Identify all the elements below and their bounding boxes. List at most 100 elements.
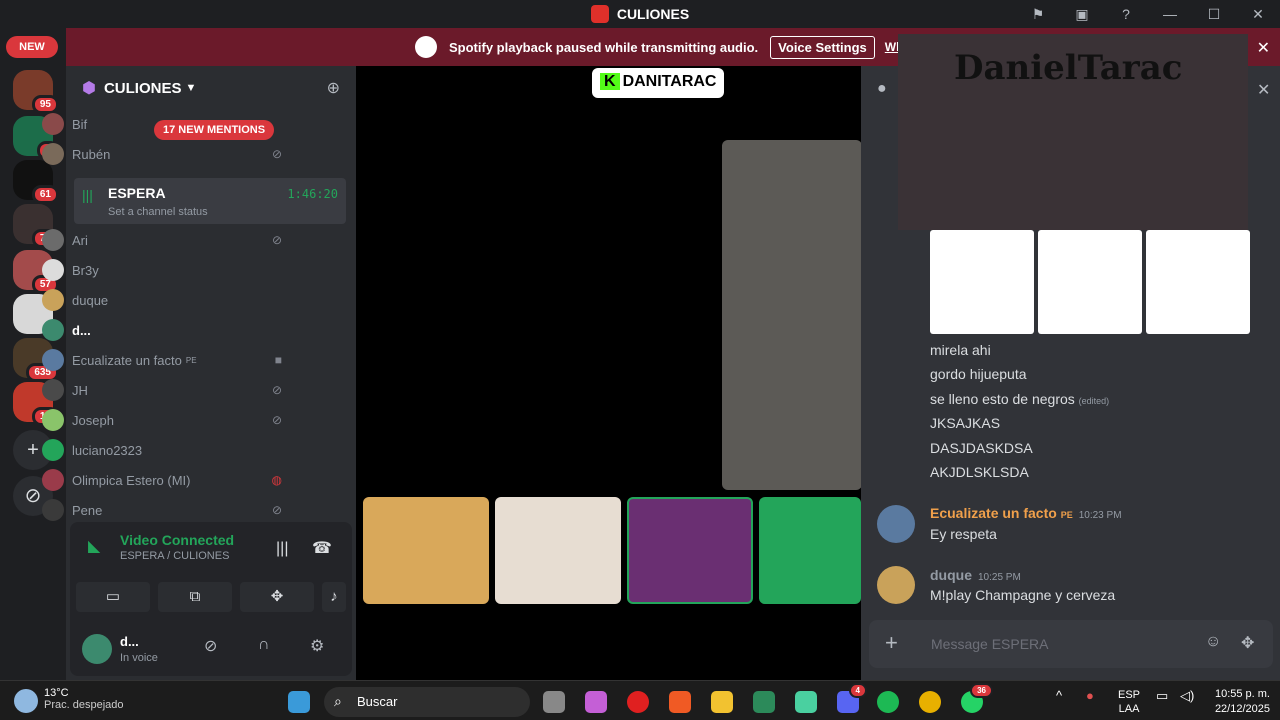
clock-time: 10:55 p. m. bbox=[1214, 688, 1270, 700]
message-text: M!play Champagne y cerveza bbox=[930, 587, 1116, 603]
invite-people-icon[interactable]: ⊕ bbox=[327, 78, 340, 98]
attachment-image[interactable] bbox=[930, 230, 1034, 334]
participant-tile[interactable] bbox=[759, 497, 861, 604]
chat-line: mirela ahi bbox=[930, 342, 991, 358]
voice-member[interactable]: Rubén ⊘ bbox=[42, 141, 282, 167]
headphones-icon[interactable]: ∩ bbox=[258, 636, 270, 654]
voice-channel-espera[interactable]: ||| ESPERA 1:46:20 Set a channel status bbox=[74, 178, 346, 224]
stream-logo: K DANITARAC bbox=[592, 68, 725, 98]
participant-tile-speaking[interactable] bbox=[627, 497, 753, 604]
close-chat-icon[interactable]: ✕ bbox=[1257, 80, 1270, 100]
noise-suppression-icon[interactable]: ||| bbox=[276, 540, 288, 558]
help-icon[interactable]: ? bbox=[1104, 6, 1148, 22]
gear-icon[interactable]: ⚙ bbox=[310, 636, 324, 656]
voice-member[interactable]: Ari ⊘ bbox=[42, 227, 282, 253]
new-unreads-pill[interactable]: NEW bbox=[6, 36, 58, 58]
voice-member[interactable]: Joseph ⊘ bbox=[42, 407, 282, 433]
message-composer[interactable]: + Message ESPERA ☺ ✥ bbox=[869, 620, 1273, 668]
server-icon[interactable]: 95 bbox=[13, 70, 59, 114]
flag-icon[interactable]: ⚑ bbox=[1016, 6, 1060, 23]
add-attachment-icon[interactable]: + bbox=[885, 630, 898, 656]
participant-tile[interactable] bbox=[495, 497, 621, 604]
search-icon: ⌕ bbox=[334, 693, 342, 709]
chevron-up-icon[interactable]: ^ bbox=[1056, 688, 1062, 703]
avatar bbox=[42, 469, 64, 491]
title-bar: CULIONES ⚑ ▣ ? — ☐ ✕ bbox=[0, 0, 1280, 28]
voice-member[interactable]: Pene ⊘ bbox=[42, 497, 282, 523]
terminal-icon[interactable] bbox=[753, 691, 775, 713]
network-icon[interactable]: ▭ bbox=[1156, 688, 1168, 704]
thread-icon[interactable]: ● bbox=[877, 80, 887, 98]
participant-tile[interactable] bbox=[363, 497, 489, 604]
m365-icon[interactable] bbox=[585, 691, 607, 713]
voice-member[interactable]: duque bbox=[42, 287, 282, 313]
minimize-button[interactable]: — bbox=[1148, 6, 1192, 22]
screen-icon[interactable]: ▣ bbox=[1060, 6, 1104, 23]
app-icon[interactable] bbox=[795, 691, 817, 713]
server-badge: 61 bbox=[31, 185, 59, 204]
channel-status-prompt[interactable]: Set a channel status bbox=[108, 206, 208, 218]
voice-settings-button[interactable]: Voice Settings bbox=[770, 35, 875, 59]
video-stage: K DANITARAC bbox=[356, 66, 861, 680]
whatsapp-badge: 36 bbox=[970, 683, 993, 698]
avatar bbox=[42, 499, 64, 521]
window-controls: ⚑ ▣ ? — ☐ ✕ bbox=[1016, 0, 1280, 28]
avatar[interactable] bbox=[877, 566, 915, 604]
activities-button[interactable]: ✥ bbox=[240, 582, 314, 612]
start-icon[interactable] bbox=[288, 691, 310, 713]
channel-timer: 1:46:20 bbox=[287, 187, 338, 201]
maximize-button[interactable]: ☐ bbox=[1192, 6, 1236, 23]
opera-icon[interactable] bbox=[627, 691, 649, 713]
microphone-icon[interactable]: ● bbox=[1086, 688, 1094, 703]
avatar[interactable] bbox=[82, 634, 112, 664]
video-feed[interactable] bbox=[722, 140, 861, 490]
message-author[interactable]: duque 10:25 PM bbox=[930, 567, 1021, 583]
voice-member[interactable]: Olimpica Estero (MI) ◍ bbox=[42, 467, 282, 493]
attachment-image[interactable] bbox=[1146, 230, 1250, 334]
discord-app-icon bbox=[590, 5, 609, 23]
new-mentions-pill[interactable]: 17 NEW MENTIONS bbox=[154, 120, 275, 140]
camera-off-button[interactable]: ▭ bbox=[76, 582, 150, 612]
server-header[interactable]: ⬢ CULIONES ▼ ⊕ bbox=[66, 66, 356, 110]
emoji-icon[interactable]: ☺ bbox=[1205, 633, 1221, 651]
spotify-taskbar-icon[interactable] bbox=[877, 691, 899, 713]
discord-taskbar-icon[interactable]: 4 bbox=[837, 683, 867, 713]
input-language[interactable]: ESP LAA bbox=[1118, 688, 1140, 716]
message-author[interactable]: Ecualizate un facto PE 10:23 PM bbox=[930, 505, 1122, 521]
voice-member[interactable]: luciano2323 bbox=[42, 437, 282, 463]
whatsapp-icon[interactable]: 36 bbox=[961, 683, 993, 713]
avatar[interactable] bbox=[877, 505, 915, 543]
edited-label: (edited) bbox=[1078, 396, 1110, 406]
task-view-icon[interactable] bbox=[543, 691, 565, 713]
voice-member[interactable]: Br3y bbox=[42, 257, 282, 283]
disconnect-icon[interactable]: ☎ bbox=[312, 538, 332, 558]
voice-member[interactable]: Ecualizate un facto PE ■ bbox=[42, 347, 282, 373]
chat-line-text: se lleno esto de negros bbox=[930, 391, 1075, 407]
weather-widget[interactable]: 13°C Prac. despejado bbox=[14, 687, 124, 713]
banner-close-icon[interactable]: ✕ bbox=[1257, 38, 1270, 58]
soundboard-button[interactable]: ♪ bbox=[322, 582, 346, 612]
file-explorer-icon[interactable] bbox=[711, 691, 733, 713]
brave-icon[interactable] bbox=[669, 691, 691, 713]
lang-primary: ESP bbox=[1118, 689, 1141, 701]
close-button[interactable]: ✕ bbox=[1236, 6, 1280, 23]
taskbar-search[interactable]: ⌕ Buscar bbox=[324, 687, 530, 717]
weather-icon bbox=[14, 689, 38, 713]
muted-icon: ⊘ bbox=[271, 383, 282, 397]
voice-channel-path[interactable]: ESPERA / CULIONES bbox=[120, 550, 229, 562]
attachment-image[interactable] bbox=[1038, 230, 1142, 334]
chrome-icon[interactable] bbox=[919, 691, 941, 713]
member-tag: PE bbox=[185, 355, 197, 365]
screen-share-button[interactable]: ⧉ bbox=[158, 582, 232, 612]
apps-icon[interactable]: ✥ bbox=[1241, 633, 1254, 653]
volume-icon[interactable]: ◁) bbox=[1180, 688, 1194, 704]
voice-member[interactable]: d... bbox=[42, 317, 282, 343]
message-input[interactable]: Message ESPERA bbox=[931, 636, 1049, 652]
system-clock[interactable]: 10:55 p. m. 22/12/2025 bbox=[1215, 687, 1270, 717]
avatar bbox=[42, 379, 64, 401]
mute-icon[interactable]: ⊘ bbox=[204, 636, 217, 656]
muted-icon: ⊘ bbox=[271, 233, 282, 247]
banner-message: Spotify playback paused while transmitti… bbox=[449, 39, 759, 55]
voice-member[interactable]: JH ⊘ bbox=[42, 377, 282, 403]
image-attachments[interactable] bbox=[930, 230, 1250, 334]
